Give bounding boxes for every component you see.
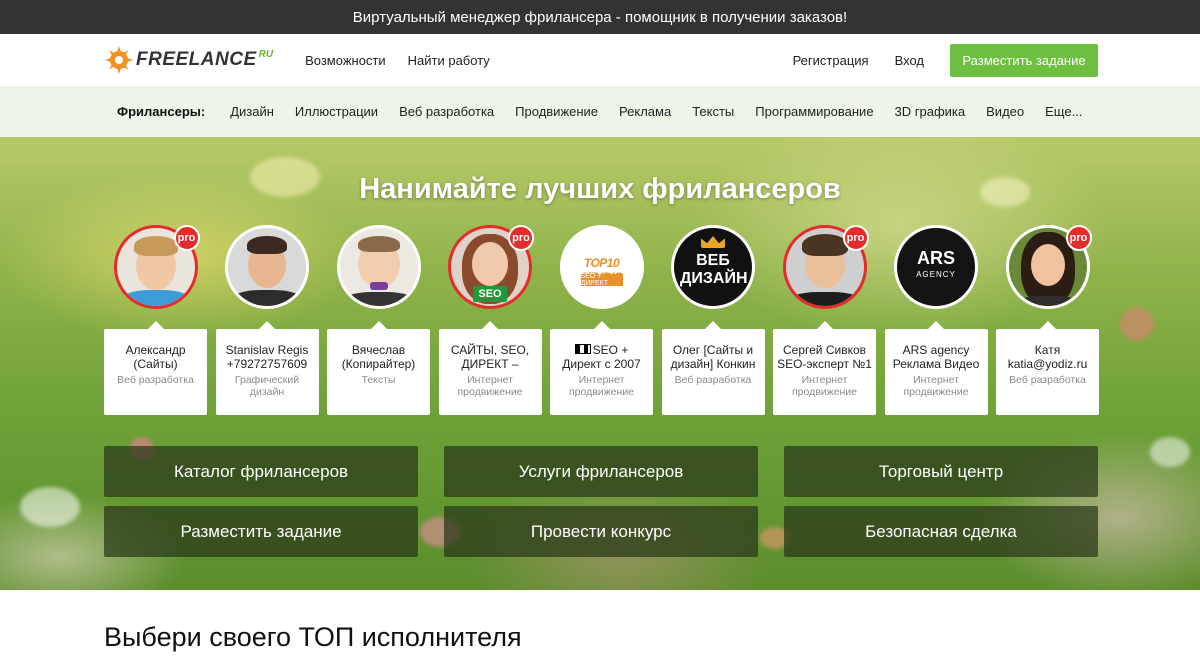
category-link[interactable]: Иллюстрации	[295, 104, 378, 119]
nav-features[interactable]: Возможности	[305, 53, 386, 68]
marketplace-tile[interactable]: Торговый центр	[784, 446, 1098, 497]
freelancer-category: Интернет продвижение	[568, 374, 635, 398]
freelancer-name: SEO + Директ с 2007	[554, 343, 649, 371]
category-more-link[interactable]: Еще...	[1045, 104, 1082, 119]
avatar	[336, 225, 421, 309]
avatar: TOP10 STUDIO SEO + ДИРЕКТ	[559, 225, 644, 309]
avatar-logo-subtext: SEO + ДИРЕКТ	[580, 273, 623, 287]
nav-find-work[interactable]: Найти работу	[408, 53, 490, 68]
category-link[interactable]: Веб разработка	[399, 104, 494, 119]
freelancer-category: Веб разработка	[674, 374, 752, 386]
freelancer-name: Сергей Сивков SEO-эксперт №1	[777, 343, 872, 371]
category-link[interactable]: Продвижение	[515, 104, 598, 119]
freelancer-card[interactable]: pro Сергей Сивков SEO-эксперт №1 Интерне…	[773, 225, 876, 415]
decor-flower	[1150, 437, 1190, 467]
freelancer-card[interactable]: Вячеслав (Копирайтер) Тексты	[327, 225, 430, 415]
services-tile[interactable]: Услуги фрилансеров	[444, 446, 758, 497]
freelancer-name: Stanislav Regis +79272757609	[225, 343, 309, 371]
pro-badge: pro	[1065, 225, 1092, 251]
freelancer-name: Олег [Сайты и дизайн] Конкин	[670, 343, 756, 371]
post-task-button[interactable]: Разместить задание	[950, 43, 1098, 77]
avatar	[225, 225, 309, 309]
freelancer-category: Графический дизайн	[234, 374, 300, 398]
category-bar-title: Фрилансеры:	[117, 104, 206, 119]
freelancer-name: Александр (Сайты)	[125, 343, 186, 371]
login-link[interactable]: Вход	[895, 53, 924, 68]
register-link[interactable]: Регистрация	[793, 53, 869, 68]
freelancer-category: Тексты	[361, 374, 396, 386]
category-bar: Фрилансеры: Дизайн Иллюстрации Веб разра…	[0, 86, 1200, 137]
decor-flower	[20, 487, 80, 527]
freelancer-card[interactable]: SEO pro САЙТЫ, SEO, ДИРЕКТ – Интернет пр…	[438, 225, 542, 415]
hero-title: Нанимайте лучших фрилансеров	[359, 173, 841, 205]
site-header: FREELANCE RU Возможности Найти работу Ре…	[0, 34, 1200, 86]
avatar-logo-text: ARS	[916, 248, 955, 268]
post-task-tile[interactable]: Разместить задание	[104, 506, 418, 557]
freelancer-card[interactable]: TOP10 STUDIO SEO + ДИРЕКТ SEO + Директ с…	[550, 225, 653, 415]
header-actions: Регистрация Вход Разместить задание	[793, 43, 1098, 77]
hero-section: Нанимайте лучших фрилансеров pro Алексан…	[0, 137, 1200, 590]
freelancer-card[interactable]: ARS AGENCY ARS agency Реклама Видео Инте…	[884, 225, 988, 415]
top-banner: Виртуальный менеджер фрилансера - помощн…	[0, 0, 1200, 34]
pro-badge: pro	[508, 225, 534, 251]
freelancer-category: Веб разработка	[117, 374, 194, 386]
freelancer-category: Веб разработка	[1009, 374, 1086, 386]
freelancer-card[interactable]: ВЕБ ДИЗАЙН Олег [Сайты и дизайн] Конкин …	[661, 225, 765, 415]
section-title: Выбери своего ТОП исполнителя	[104, 622, 522, 652]
avatar-logo-text: ВЕБ ДИЗАЙН	[680, 252, 748, 287]
freelancer-name: ARS agency Реклама Видео	[892, 343, 980, 371]
freelancer-name: Вячеслав (Копирайтер)	[341, 343, 416, 371]
safe-deal-tile[interactable]: Безопасная сделка	[784, 506, 1098, 557]
freelancer-name: Катя katia@yodiz.ru	[1007, 343, 1088, 371]
main-nav: Возможности Найти работу	[305, 53, 512, 68]
freelancer-cards: pro Александр (Сайты) Веб разработка Sta…	[104, 225, 1099, 415]
freelancer-category: Интернет продвижение	[791, 374, 858, 398]
logo-icon	[104, 45, 134, 75]
category-link[interactable]: Реклама	[619, 104, 671, 119]
logo-text: FREELANCE	[136, 49, 257, 70]
top-banner-text: Виртуальный менеджер фрилансера - помощн…	[352, 8, 848, 26]
freelancer-card[interactable]: pro Александр (Сайты) Веб разработка	[104, 225, 207, 415]
category-link[interactable]: Тексты	[692, 104, 734, 119]
quick-actions: Каталог фрилансеров Услуги фрилансеров Т…	[104, 446, 1098, 557]
avatar-logo-subtext: AGENCY	[916, 270, 956, 279]
category-link[interactable]: Программирование	[755, 104, 873, 119]
category-link[interactable]: Дизайн	[230, 104, 274, 119]
avatar: ARS AGENCY	[894, 225, 978, 309]
pro-badge: pro	[173, 225, 200, 251]
avatar-label: SEO	[473, 286, 507, 302]
avatar: ВЕБ ДИЗАЙН	[671, 225, 755, 309]
contest-tile[interactable]: Провести конкурс	[444, 506, 758, 557]
category-link[interactable]: 3D графика	[895, 104, 966, 119]
freelancer-category: Интернет продвижение	[903, 374, 969, 398]
freelancer-card[interactable]: pro Катя katia@yodiz.ru Веб разработка	[996, 225, 1099, 415]
logo-suffix: RU	[258, 48, 274, 60]
pro-badge: pro	[842, 225, 869, 251]
freelancer-card[interactable]: Stanislav Regis +79272757609 Графический…	[215, 225, 319, 415]
category-link[interactable]: Видео	[986, 104, 1024, 119]
checker-icon	[574, 344, 591, 354]
decor-flower	[1120, 307, 1154, 341]
logo[interactable]: FREELANCE RU	[104, 34, 273, 86]
catalog-tile[interactable]: Каталог фрилансеров	[104, 446, 418, 497]
freelancer-name: САЙТЫ, SEO, ДИРЕКТ –	[450, 343, 530, 371]
freelancer-category: Интернет продвижение	[457, 374, 523, 398]
